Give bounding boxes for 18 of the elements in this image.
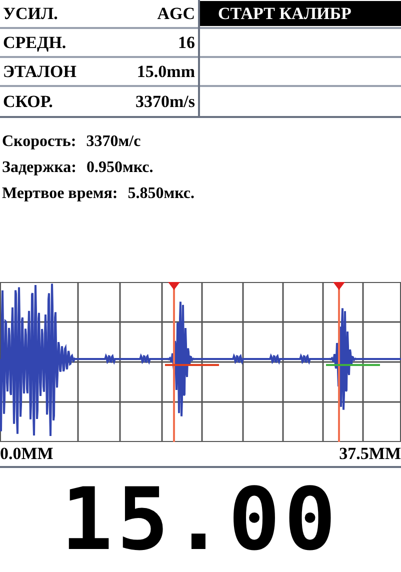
info-label: Скорость: <box>2 132 76 152</box>
setting-value: 15.0mm <box>136 60 195 83</box>
scale-start-label: 0.0MM <box>0 443 54 466</box>
info-value: 5.850мкс. <box>128 184 195 204</box>
setting-label: СКОР. <box>3 90 53 113</box>
setting-value: AGC <box>157 2 195 25</box>
info-value: 3370м/с <box>86 132 141 152</box>
setting-label: ЭТАЛОН <box>3 60 76 83</box>
info-value: 0.950мкс. <box>86 158 154 178</box>
setting-label: СРЕДН. <box>3 32 66 54</box>
setting-value: 16 <box>178 32 195 54</box>
setting-label: УСИЛ. <box>3 2 58 25</box>
scale-end-label: 37.5MM <box>339 443 401 466</box>
info-label: Задержка: <box>2 158 76 178</box>
setting-value: 3370m/s <box>136 90 195 113</box>
thickness-reading: 15.00 <box>61 477 340 563</box>
menu-item[interactable]: СТАРТ КАЛИБР <box>200 1 401 26</box>
info-label: Мертвое время: <box>2 184 118 204</box>
